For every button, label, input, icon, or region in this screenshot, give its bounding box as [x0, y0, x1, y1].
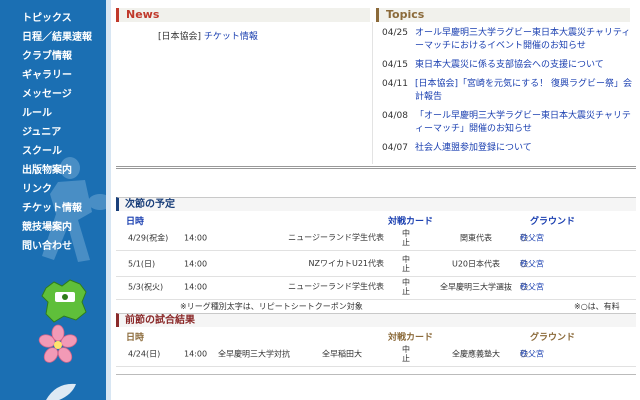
section-divider	[116, 166, 636, 169]
match-team-away: 全慶應義塾大	[452, 349, 500, 358]
match-time: 14:00	[184, 349, 208, 358]
match-status: 中止	[402, 228, 410, 247]
result-row: 4/24(日) 14:00 全早慶明三大学対抗 全早稲田大 中止 全慶應義塾大 …	[116, 341, 636, 367]
match-team-away: 全早慶明三大学選抜	[440, 282, 512, 291]
sidebar-menu: トピックス 日程／結果速報 クラブ情報 ギャラリー メッセージ ルール ジュニア…	[0, 9, 106, 256]
news-item: [日本協会] チケット情報	[158, 29, 258, 42]
match-team-away: 関東代表	[460, 233, 492, 242]
topic-date: 04/25	[382, 28, 408, 38]
topic-link[interactable]: 社会人連盟参加登録について	[415, 142, 532, 155]
topic-item: 04/08 「オール早慶明三大学ラグビー東日本大震災チャリティーマッチ」開催のお…	[382, 110, 632, 136]
schedule-note: ※リーグ種別太字は、リピートシートクーポン対象	[180, 302, 363, 311]
sidebar-item-publications[interactable]: 出版物案内	[0, 161, 106, 180]
sidebar-nav: トピックス 日程／結果速報 クラブ情報 ギャラリー メッセージ ルール ジュニア…	[0, 0, 106, 400]
match-time: 14:00	[184, 233, 208, 242]
sidebar-item-school[interactable]: スクール	[0, 142, 106, 161]
match-date: 4/29(祝金)	[128, 233, 169, 242]
schedule-row: 5/3(祝火) 14:00 ニュージーランド学生代表 中止 全早慶明三大学選抜 …	[116, 274, 636, 300]
match-team-home: ニュージーランド学生代表	[288, 232, 384, 242]
ground-link[interactable]: 秩父宮	[520, 281, 544, 292]
match-team-home: ニュージーランド学生代表	[288, 281, 384, 291]
match-team-away: U20日本代表	[451, 259, 501, 268]
sidebar-item-rules[interactable]: ルール	[0, 104, 106, 123]
topics-heading: Topics	[376, 8, 630, 22]
news-heading: News	[116, 8, 370, 22]
match-team-home: NZワイカトU21代表	[308, 258, 385, 268]
topic-link[interactable]: オール早慶明三大学ラグビー東日本大震災チャリティーマッチにおけるイベント開催のお…	[415, 27, 632, 53]
ground-link[interactable]: 秩父宮	[520, 348, 544, 359]
news-item-tag: [日本協会]	[158, 32, 202, 42]
topic-item: 04/11 [日本協会]「宮崎を元気にする！ 復興ラグビー祭」会計報告	[382, 78, 632, 104]
topics-list: 04/25 オール早慶明三大学ラグビー東日本大震災チャリティーマッチにおけるイベ…	[382, 27, 632, 161]
schedule-row: 4/29(祝金) 14:00 ニュージーランド学生代表 中止 関東代表 ○ 秩父宮	[116, 225, 636, 251]
match-time: 14:00	[184, 259, 208, 268]
rugby-ball-icon	[46, 383, 76, 400]
sidebar-item-clubs[interactable]: クラブ情報	[0, 47, 106, 66]
topic-item: 04/15 東日本大震災に係る支部協会への支援について	[382, 59, 632, 72]
sidebar-item-message[interactable]: メッセージ	[0, 85, 106, 104]
match-time: 14:00	[184, 282, 208, 291]
sidebar-item-contact[interactable]: 問い合わせ	[0, 237, 106, 256]
match-date: 5/1(日)	[128, 259, 156, 268]
topic-item: 04/25 オール早慶明三大学ラグビー東日本大震災チャリティーマッチにおけるイベ…	[382, 27, 632, 53]
sidebar-item-links[interactable]: リンク	[0, 180, 106, 199]
sidebar-item-gallery[interactable]: ギャラリー	[0, 66, 106, 85]
section-divider	[116, 374, 636, 375]
match-status: 中止	[402, 277, 410, 296]
panel-divider	[372, 22, 373, 164]
topic-date: 04/15	[382, 60, 408, 70]
match-status: 中止	[402, 344, 410, 363]
topic-link[interactable]: 東日本大震災に係る支部協会への支援について	[415, 59, 604, 72]
sidebar-edge	[106, 0, 111, 400]
topic-date: 04/08	[382, 111, 408, 121]
sidebar-item-junior[interactable]: ジュニア	[0, 123, 106, 142]
sidebar-item-stadiums[interactable]: 競技場案内	[0, 218, 106, 237]
match-team-home: 全早稲田大	[322, 349, 362, 358]
topic-item: 04/07 社会人連盟参加登録について	[382, 142, 632, 155]
prev-results-heading: 前節の試合結果	[116, 313, 636, 327]
match-date: 4/24(日)	[128, 349, 161, 358]
paid-note: ※○は、有料	[574, 302, 620, 311]
match-status: 中止	[402, 254, 410, 273]
news-item-link[interactable]: チケット情報	[204, 32, 258, 42]
ground-link[interactable]: 秩父宮	[520, 232, 544, 243]
next-schedule-heading: 次節の予定	[116, 197, 636, 211]
sidebar-item-schedule[interactable]: 日程／結果速報	[0, 28, 106, 47]
match-competition: 全早慶明三大学対抗	[218, 349, 290, 358]
topic-date: 04/07	[382, 143, 408, 153]
sidebar-item-tickets[interactable]: チケット情報	[0, 199, 106, 218]
topic-link[interactable]: 「オール早慶明三大学ラグビー東日本大震災チャリティーマッチ」開催のお知らせ	[415, 110, 632, 136]
map-badge-icon[interactable]	[40, 278, 90, 324]
ground-link[interactable]: 秩父宮	[520, 258, 544, 269]
sidebar-item-topics[interactable]: トピックス	[0, 9, 106, 28]
topic-date: 04/11	[382, 79, 408, 89]
cherry-blossom-icon	[38, 324, 78, 363]
topic-link[interactable]: [日本協会]「宮崎を元気にする！ 復興ラグビー祭」会計報告	[415, 78, 632, 104]
match-date: 5/3(祝火)	[128, 282, 164, 291]
